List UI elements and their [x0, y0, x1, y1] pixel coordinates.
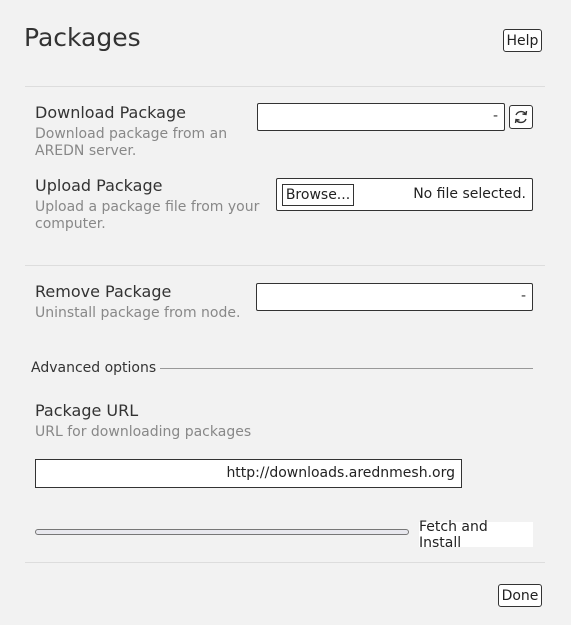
package-url-value: http://downloads.arednmesh.org [226, 465, 455, 481]
divider-bottom [25, 562, 545, 563]
remove-package-description: Uninstall package from node. [35, 305, 241, 321]
download-package-label: Download Package [35, 103, 186, 122]
package-url-description: URL for downloading packages [35, 424, 252, 440]
help-button[interactable]: Help [503, 29, 542, 52]
browse-button[interactable]: Browse... [282, 184, 354, 206]
remove-package-select[interactable]: - [256, 283, 533, 311]
fetch-and-install-button[interactable]: Fetch and Install [419, 519, 533, 551]
advanced-options-divider [160, 368, 533, 369]
upload-package-label: Upload Package [35, 176, 163, 195]
file-status: No file selected. [413, 186, 526, 202]
package-url-input[interactable]: http://downloads.arednmesh.org [35, 459, 462, 488]
advanced-options-legend[interactable]: Advanced options [31, 360, 156, 376]
divider-middle [25, 265, 545, 266]
refresh-icon [514, 110, 528, 124]
page-title: Packages [24, 23, 141, 52]
remove-package-selected: - [520, 288, 526, 304]
remove-package-label: Remove Package [35, 282, 172, 301]
upload-file-input[interactable]: Browse... No file selected. [276, 178, 533, 211]
download-package-description: Download package from an AREDN server. [35, 126, 228, 159]
install-progress-bar [35, 529, 409, 535]
download-package-selected: - [492, 108, 498, 124]
download-package-select[interactable]: - [257, 103, 505, 131]
divider-top [25, 86, 545, 87]
done-button[interactable]: Done [498, 584, 542, 607]
refresh-button[interactable] [509, 105, 533, 129]
upload-package-description: Upload a package file from your computer… [35, 199, 260, 232]
package-url-label: Package URL [35, 401, 139, 420]
